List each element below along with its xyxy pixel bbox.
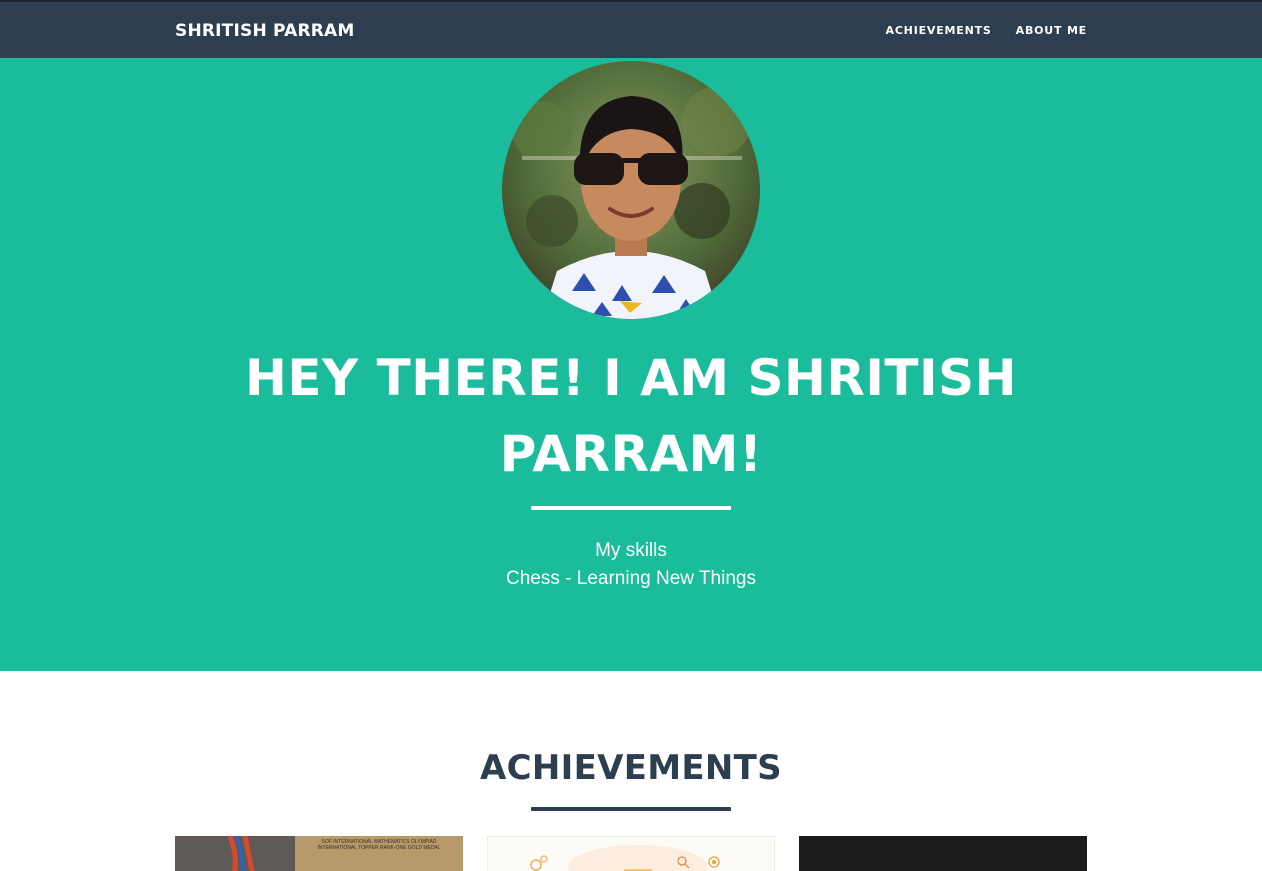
achievement-card-illustration[interactable] — [487, 836, 775, 871]
nav-links: ACHIEVEMENTS ABOUT ME — [886, 24, 1088, 37]
top-navbar: SHRITISH PARRAM ACHIEVEMENTS ABOUT ME — [0, 0, 1262, 58]
achievements-divider — [531, 807, 731, 811]
achievement-card-medal[interactable]: SOF INTERNATIONAL MATHEMATICS OLYMPIAD I… — [175, 836, 463, 871]
illustration — [530, 845, 720, 871]
skills-block: My skills Chess - Learning New Things — [331, 537, 931, 593]
nav-link-achievements[interactable]: ACHIEVEMENTS — [886, 24, 992, 37]
skills-heading: My skills — [595, 540, 667, 561]
medal-caption-line-2: INTERNATIONAL TOPPER RANK-ONE GOLD MEDAL — [317, 845, 440, 851]
hero-title: HEY THERE! I AM SHRITISH PARRAM! — [245, 349, 1017, 483]
brand-link[interactable]: SHRITISH PARRAM — [175, 21, 355, 41]
target-icon — [708, 856, 720, 868]
achievement-card-dark[interactable] — [799, 836, 1087, 871]
achievements-title: ACHIEVEMENTS — [480, 748, 782, 788]
masthead: HEY THERE! I AM SHRITISH PARRAM! My skil… — [0, 58, 1262, 671]
medal-photo: SOF INTERNATIONAL MATHEMATICS OLYMPIAD I… — [175, 836, 463, 871]
profile-avatar — [502, 61, 760, 319]
hero-divider — [531, 506, 731, 510]
gear-icon — [530, 855, 548, 871]
skills-list: Chess - Learning New Things — [506, 568, 756, 589]
nav-link-about-me[interactable]: ABOUT ME — [1016, 24, 1087, 37]
